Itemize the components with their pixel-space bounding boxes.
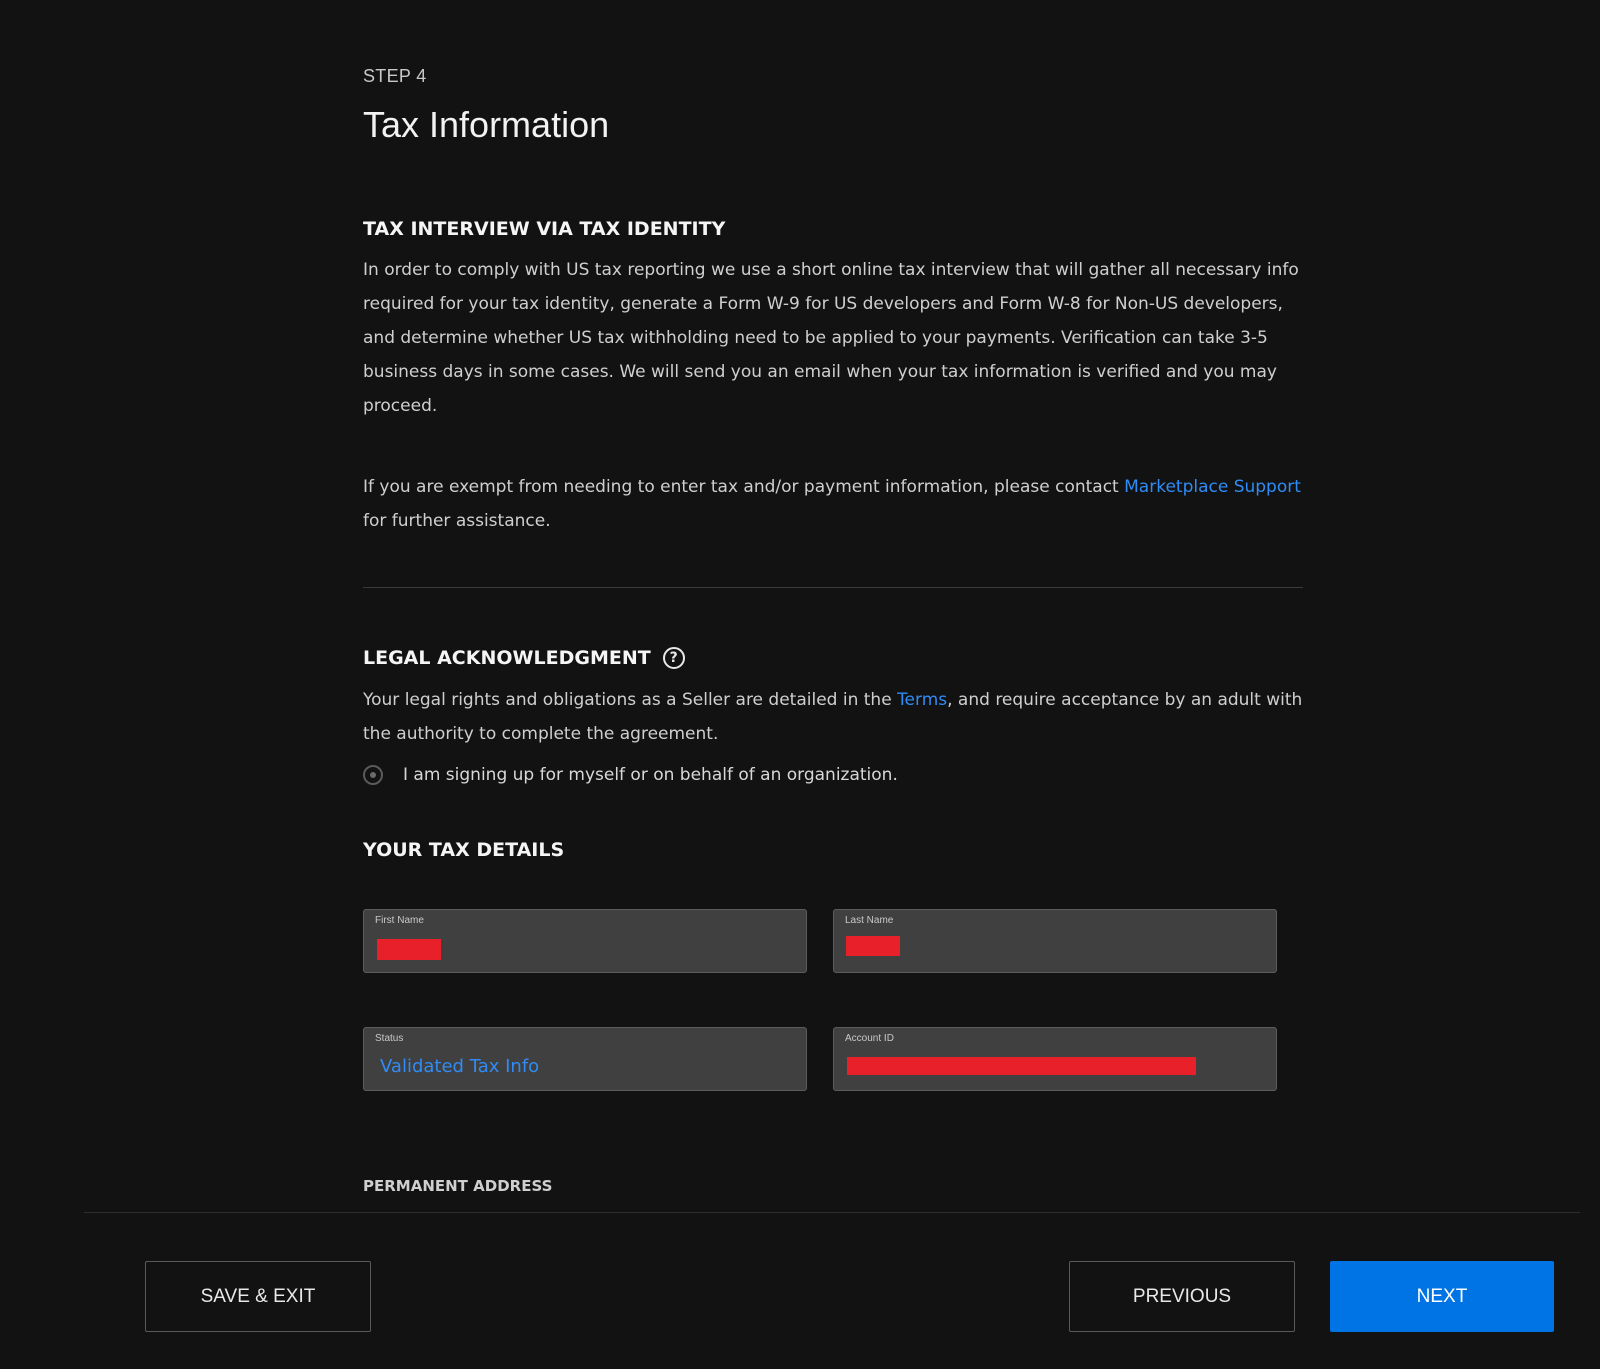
marketplace-support-link[interactable]: Marketplace Support (1124, 477, 1301, 497)
terms-link[interactable]: Terms (897, 690, 947, 710)
save-exit-button[interactable]: SAVE & EXIT (145, 1261, 371, 1332)
first-name-field[interactable]: First Name (363, 909, 807, 973)
status-field[interactable]: Status Validated Tax Info (363, 1027, 807, 1091)
section-divider (363, 587, 1303, 588)
first-name-redaction (377, 939, 441, 960)
next-button[interactable]: NEXT (1330, 1261, 1554, 1332)
previous-button[interactable]: PREVIOUS (1069, 1261, 1295, 1332)
account-id-label: Account ID (845, 1033, 894, 1044)
tax-interview-heading: TAX INTERVIEW VIA TAX IDENTITY (363, 218, 726, 240)
tax-interview-body: In order to comply with US tax reporting… (363, 260, 1299, 416)
footer-divider (84, 1212, 1580, 1213)
permanent-address-heading: PERMANENT ADDRESS (363, 1177, 553, 1195)
last-name-redaction (846, 936, 900, 956)
signup-radio-button[interactable] (363, 765, 383, 785)
status-value: Validated Tax Info (380, 1056, 540, 1077)
account-id-field[interactable]: Account ID (833, 1027, 1277, 1091)
step-label: STEP 4 (363, 66, 427, 86)
account-id-redaction (847, 1057, 1196, 1075)
exempt-prefix: If you are exempt from needing to enter … (363, 477, 1125, 497)
page-title: Tax Information (363, 104, 610, 145)
tax-details-heading: YOUR TAX DETAILS (363, 839, 565, 861)
signup-radio-label: I am signing up for myself or on behalf … (403, 765, 898, 785)
exempt-suffix: for further assistance. (363, 511, 551, 531)
legal-body: Your legal rights and obligations as a S… (363, 683, 1303, 751)
first-name-label: First Name (375, 915, 424, 926)
signup-radio-row[interactable]: I am signing up for myself or on behalf … (363, 765, 898, 785)
last-name-field[interactable]: Last Name (833, 909, 1277, 973)
status-label: Status (375, 1033, 404, 1044)
last-name-label: Last Name (845, 915, 894, 926)
radio-dot (370, 772, 376, 778)
legal-body-prefix: Your legal rights and obligations as a S… (363, 690, 898, 710)
exempt-notice: If you are exempt from needing to enter … (363, 470, 1303, 538)
help-icon[interactable]: ? (662, 647, 685, 669)
legal-heading-text: LEGAL ACKNOWLEDGMENT (363, 647, 651, 669)
legal-heading: LEGAL ACKNOWLEDGMENT ? (363, 647, 685, 669)
